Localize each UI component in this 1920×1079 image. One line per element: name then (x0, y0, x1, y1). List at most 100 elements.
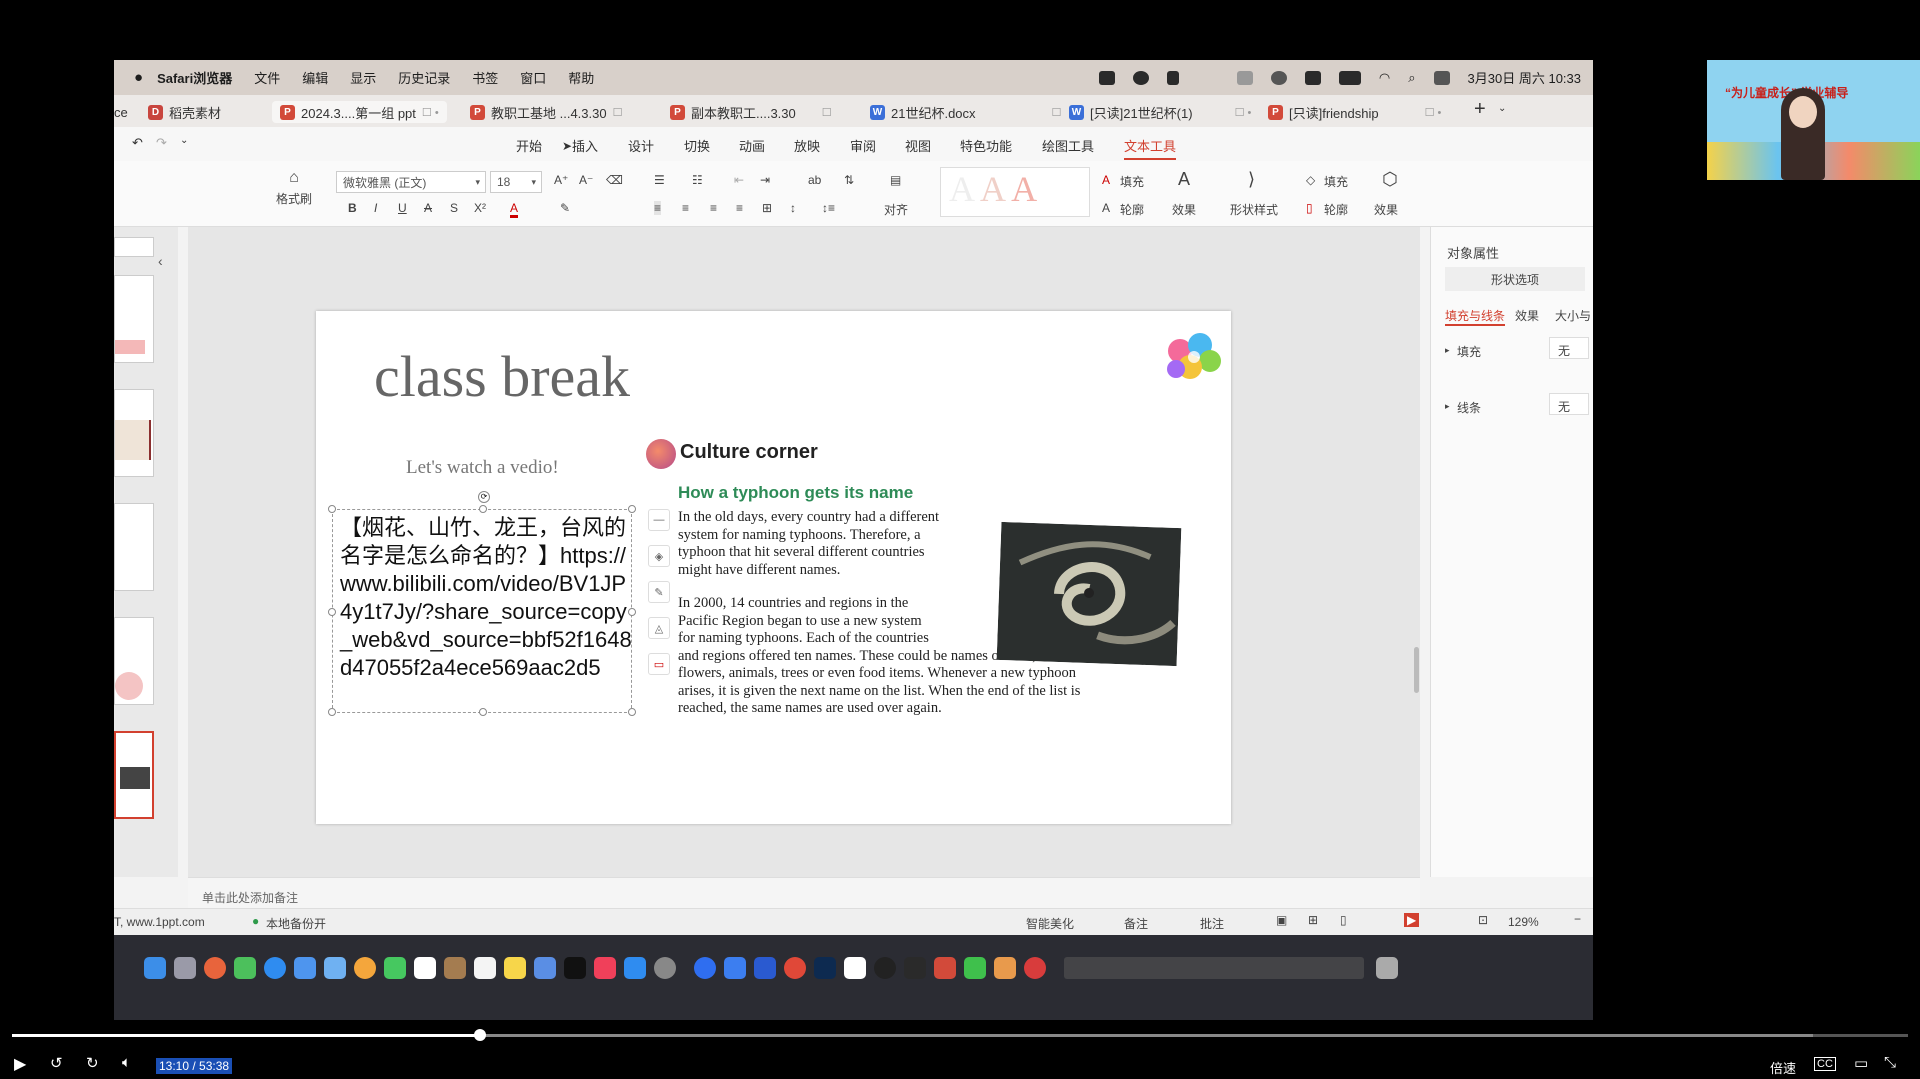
search-icon[interactable]: ⌕ (1408, 70, 1415, 86)
dock-app-icon[interactable] (784, 957, 806, 979)
align-left-button[interactable]: ≡ (654, 201, 662, 215)
tab-docer[interactable]: D 稻壳素材 (148, 101, 221, 123)
wps-app-icon[interactable] (934, 957, 956, 979)
decrease-font-icon[interactable]: A⁻ (579, 173, 593, 187)
music-icon[interactable] (594, 957, 616, 979)
comments-button[interactable]: 批注 (1200, 915, 1224, 932)
quick-access-chevron-icon[interactable]: ⌄ (180, 135, 188, 146)
tab-view[interactable]: 视图 (905, 136, 931, 155)
captions-button[interactable]: CC (1814, 1057, 1836, 1071)
slide-subtitle[interactable]: Let's watch a vedio! (406, 457, 559, 479)
shape-options-button[interactable]: 形状选项 (1445, 267, 1585, 291)
slide-thumbnail[interactable] (114, 275, 154, 363)
photos-icon[interactable] (354, 957, 376, 979)
tab-close-icon[interactable]: ☐ • (1235, 106, 1252, 119)
apple-icon[interactable]: ● (134, 69, 143, 86)
strikethrough-button[interactable]: A (424, 201, 432, 215)
shape-style-icon[interactable]: ⟩ (1248, 169, 1255, 190)
tab-insert[interactable]: 插入 (572, 136, 598, 155)
speed-button[interactable]: 倍速 (1770, 1058, 1796, 1077)
text-fill-label[interactable]: 填充 (1120, 173, 1144, 190)
tab-effect[interactable]: 效果 (1515, 307, 1539, 324)
normal-view-icon[interactable]: ▣ (1276, 913, 1287, 927)
justify-button[interactable]: ≡ (736, 201, 743, 215)
tab-review[interactable]: 审阅 (850, 136, 876, 155)
app-store-icon[interactable] (624, 957, 646, 979)
fill-value-select[interactable]: 无 (1549, 337, 1589, 359)
fullscreen-exit-icon[interactable]: ⤡ (1884, 1054, 1896, 1071)
vim-icon[interactable] (844, 957, 866, 979)
dock-app-icon[interactable] (724, 957, 746, 979)
font-name-select[interactable]: 微软雅黑 (正文) ▾ (336, 171, 486, 193)
terminal-icon[interactable] (904, 957, 926, 979)
align-right-button[interactable]: ≡ (710, 201, 717, 215)
redo-icon[interactable]: ↷ (156, 135, 167, 151)
text-outline-icon[interactable]: A (1102, 201, 1110, 215)
control-center-icon[interactable] (1433, 70, 1450, 85)
contacts-icon[interactable] (444, 957, 466, 979)
resize-handle[interactable] (628, 708, 636, 716)
text-effect-icon[interactable]: A (1178, 169, 1190, 190)
dock-app-icon[interactable] (1024, 957, 1046, 979)
bullets-button[interactable]: ☰ (654, 173, 665, 187)
resize-handle[interactable] (328, 708, 336, 716)
tab-size[interactable]: 大小与 (1555, 307, 1591, 324)
numbering-button[interactable]: ☷ (692, 173, 703, 187)
calendar-icon[interactable] (414, 957, 436, 979)
facetime-icon[interactable] (384, 957, 406, 979)
progress-knob[interactable] (474, 1029, 487, 1041)
font-color-button[interactable]: A (510, 201, 519, 218)
textbox-text[interactable]: 【烟花、山竹、龙王，台风的名字是怎么命名的？】https://www.bilib… (340, 514, 632, 682)
tab-word-readonly[interactable]: W [只读]21世纪杯(1) ☐ • (1069, 101, 1251, 123)
screen-tray-icon[interactable] (1236, 70, 1253, 85)
shape-outline-label[interactable]: 轮廓 (1324, 201, 1348, 218)
rotate-handle-icon[interactable]: ⟳ (478, 491, 490, 503)
firefox-icon[interactable] (204, 957, 226, 979)
resize-handle[interactable] (328, 505, 336, 513)
format-painter-button[interactable]: ⌂ 格式刷 (276, 169, 312, 207)
word-app-icon[interactable] (754, 957, 776, 979)
settings-icon[interactable] (654, 957, 676, 979)
safari-icon[interactable] (264, 957, 286, 979)
menu-app-name[interactable]: Safari浏览器 (157, 68, 232, 87)
zoom-level[interactable]: 129% (1508, 915, 1539, 929)
wechat-app-icon[interactable] (964, 957, 986, 979)
shape-style-label[interactable]: 形状样式 (1230, 201, 1278, 218)
line-spacing-button[interactable]: ↕ (790, 201, 796, 215)
tab-partial[interactable]: ce (114, 101, 128, 123)
italic-button[interactable]: I (374, 201, 377, 215)
tab-close-icon[interactable]: ☐ • (422, 106, 439, 119)
freeform-icon[interactable] (534, 957, 556, 979)
present-icon[interactable]: ▶ (1404, 913, 1420, 927)
photoshop-icon[interactable] (814, 957, 836, 979)
wechat-tray-icon[interactable] (1132, 70, 1149, 85)
menu-edit[interactable]: 编辑 (302, 68, 328, 87)
rewind-icon[interactable]: ↺ (50, 1054, 63, 1072)
slide[interactable]: class break Let's watch a vedio! ⟳ 【烟花、山… (316, 311, 1231, 824)
wps-tray-icon[interactable] (1098, 70, 1115, 85)
forward-icon[interactable]: ↻ (86, 1054, 99, 1072)
tab-features[interactable]: 特色功能 (960, 136, 1012, 155)
culture-corner-image[interactable]: Culture corner How a typhoon gets its na… (644, 433, 1204, 733)
tab-transition[interactable]: 切换 (684, 136, 710, 155)
vertical-scrollbar[interactable] (1414, 647, 1419, 693)
tab-word-21century[interactable]: W 21世纪杯.docx ☐ (870, 101, 1061, 123)
launchpad-icon[interactable] (174, 957, 196, 979)
text-fill-icon[interactable]: A (1102, 173, 1110, 187)
fill-expand-icon[interactable]: ▸ (1445, 345, 1450, 356)
clear-format-icon[interactable]: ⌫ (606, 173, 623, 187)
selected-textbox[interactable]: 【烟花、山竹、龙王，台风的名字是怎么命名的？】https://www.bilib… (328, 505, 636, 716)
panel-title[interactable]: 对象属性 (1447, 243, 1499, 262)
volume-icon[interactable]: 🔈︎ (122, 1054, 131, 1071)
tab-slideshow[interactable]: 放映 (794, 136, 820, 155)
play-tray-icon[interactable] (1270, 70, 1287, 85)
reminders-icon[interactable] (474, 957, 496, 979)
messages-icon[interactable] (234, 957, 256, 979)
trash-icon[interactable] (1376, 957, 1398, 979)
tab-drawing-tools[interactable]: 绘图工具 (1042, 136, 1094, 155)
increase-font-icon[interactable]: A⁺ (554, 173, 568, 187)
tab-list-chevron-icon[interactable]: ⌄ (1498, 103, 1506, 114)
menu-bookmarks[interactable]: 书签 (472, 68, 498, 87)
text-effect-label[interactable]: 效果 (1172, 201, 1196, 218)
resize-handle[interactable] (628, 505, 636, 513)
